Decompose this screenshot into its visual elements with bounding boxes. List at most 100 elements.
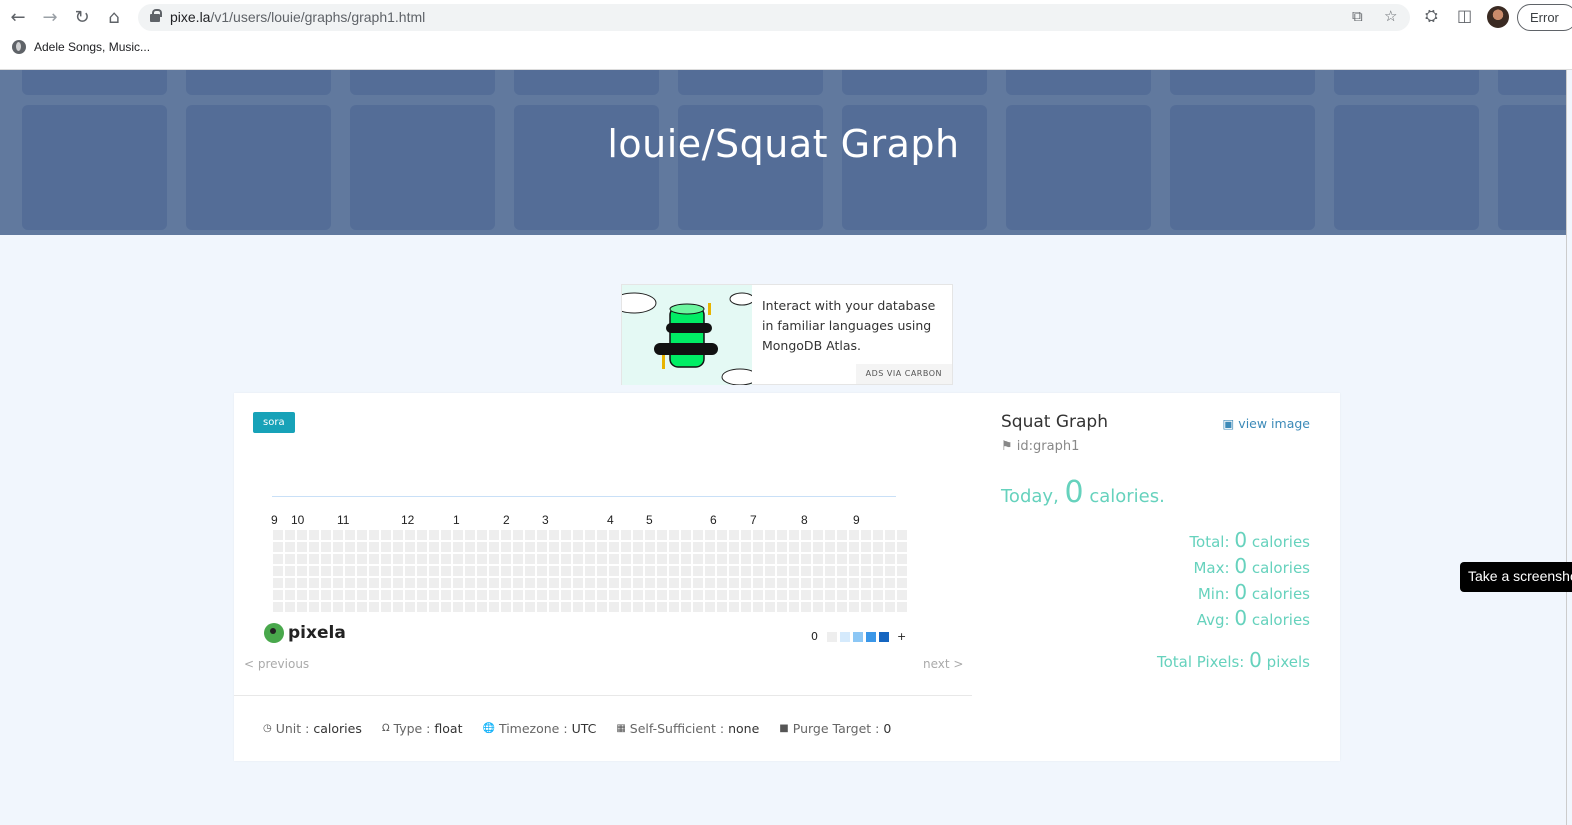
- pixel-cell[interactable]: [837, 542, 847, 552]
- pixel-cell[interactable]: [657, 578, 667, 588]
- pixel-cell[interactable]: [537, 566, 547, 576]
- pixel-cell[interactable]: [393, 578, 403, 588]
- pixel-cell[interactable]: [657, 542, 667, 552]
- pixel-cell[interactable]: [525, 542, 535, 552]
- pixel-cell[interactable]: [429, 566, 439, 576]
- pixel-cell[interactable]: [429, 530, 439, 540]
- pixel-cell[interactable]: [585, 554, 595, 564]
- pixel-cell[interactable]: [849, 578, 859, 588]
- pixel-cell[interactable]: [405, 590, 415, 600]
- pixel-cell[interactable]: [357, 530, 367, 540]
- pixel-cell[interactable]: [873, 590, 883, 600]
- pixel-cell[interactable]: [741, 566, 751, 576]
- pixel-cell[interactable]: [873, 566, 883, 576]
- pixel-cell[interactable]: [393, 566, 403, 576]
- pixel-cell[interactable]: [717, 566, 727, 576]
- pixel-cell[interactable]: [705, 566, 715, 576]
- pixel-cell[interactable]: [357, 590, 367, 600]
- pixel-cell[interactable]: [537, 602, 547, 612]
- pixel-cell[interactable]: [285, 590, 295, 600]
- pixel-cell[interactable]: [681, 554, 691, 564]
- pixel-cell[interactable]: [729, 530, 739, 540]
- pixel-cell[interactable]: [393, 554, 403, 564]
- pixel-cell[interactable]: [405, 578, 415, 588]
- pixel-cell[interactable]: [453, 590, 463, 600]
- pixel-cell[interactable]: [789, 554, 799, 564]
- graph-tag[interactable]: sora: [253, 412, 295, 433]
- pixel-cell[interactable]: [477, 590, 487, 600]
- pixel-cell[interactable]: [741, 554, 751, 564]
- pixel-cell[interactable]: [597, 578, 607, 588]
- pixela-logo[interactable]: pixela: [264, 623, 346, 643]
- pixel-cell[interactable]: [321, 542, 331, 552]
- pixel-cell[interactable]: [825, 530, 835, 540]
- pixel-cell[interactable]: [573, 566, 583, 576]
- pixel-cell[interactable]: [549, 554, 559, 564]
- pixel-cell[interactable]: [465, 566, 475, 576]
- pixel-cell[interactable]: [609, 554, 619, 564]
- pixel-cell[interactable]: [297, 602, 307, 612]
- pixel-cell[interactable]: [309, 554, 319, 564]
- pixel-cell[interactable]: [429, 542, 439, 552]
- pixel-cell[interactable]: [777, 602, 787, 612]
- pixel-cell[interactable]: [621, 578, 631, 588]
- pixel-cell[interactable]: [609, 578, 619, 588]
- pixel-cell[interactable]: [561, 530, 571, 540]
- pixel-cell[interactable]: [729, 602, 739, 612]
- pixel-cell[interactable]: [669, 566, 679, 576]
- view-image-link[interactable]: ▣ view image: [1223, 416, 1311, 431]
- pixel-cell[interactable]: [285, 542, 295, 552]
- pixel-cell[interactable]: [633, 578, 643, 588]
- pixel-cell[interactable]: [501, 554, 511, 564]
- pixel-cell[interactable]: [633, 530, 643, 540]
- pixel-cell[interactable]: [741, 542, 751, 552]
- back-icon[interactable]: ←: [6, 6, 30, 30]
- pixel-cell[interactable]: [645, 530, 655, 540]
- pixel-cell[interactable]: [453, 554, 463, 564]
- pixel-cell[interactable]: [777, 530, 787, 540]
- pixel-cell[interactable]: [561, 554, 571, 564]
- pixel-cell[interactable]: [549, 542, 559, 552]
- pixel-cell[interactable]: [381, 554, 391, 564]
- pixel-cell[interactable]: [825, 590, 835, 600]
- pixel-cell[interactable]: [621, 566, 631, 576]
- pixel-cell[interactable]: [753, 542, 763, 552]
- pixel-cell[interactable]: [465, 554, 475, 564]
- pixel-cell[interactable]: [525, 530, 535, 540]
- pixel-cell[interactable]: [873, 542, 883, 552]
- pixel-cell[interactable]: [897, 542, 907, 552]
- pixel-cell[interactable]: [573, 590, 583, 600]
- pixel-cell[interactable]: [513, 578, 523, 588]
- pixel-cell[interactable]: [285, 554, 295, 564]
- pixel-cell[interactable]: [537, 590, 547, 600]
- pixel-cell[interactable]: [825, 566, 835, 576]
- pixel-cell[interactable]: [717, 542, 727, 552]
- pixel-cell[interactable]: [777, 590, 787, 600]
- pixel-cell[interactable]: [489, 578, 499, 588]
- pixel-cell[interactable]: [417, 554, 427, 564]
- pixel-cell[interactable]: [729, 566, 739, 576]
- pixel-cell[interactable]: [297, 554, 307, 564]
- pixel-cell[interactable]: [333, 530, 343, 540]
- pixel-cell[interactable]: [333, 590, 343, 600]
- pixel-cell[interactable]: [345, 530, 355, 540]
- pixel-cell[interactable]: [489, 554, 499, 564]
- pixel-cell[interactable]: [645, 590, 655, 600]
- pixel-cell[interactable]: [477, 530, 487, 540]
- pixel-cell[interactable]: [885, 554, 895, 564]
- pixel-cell[interactable]: [597, 530, 607, 540]
- pixel-cell[interactable]: [537, 554, 547, 564]
- scrollbar-track[interactable]: [1566, 70, 1567, 825]
- pixel-cell[interactable]: [705, 590, 715, 600]
- pixel-cell[interactable]: [501, 530, 511, 540]
- pixel-cell[interactable]: [741, 590, 751, 600]
- pixel-cell[interactable]: [705, 554, 715, 564]
- pixel-cell[interactable]: [369, 578, 379, 588]
- pixel-cell[interactable]: [609, 602, 619, 612]
- pixel-cell[interactable]: [297, 542, 307, 552]
- pixel-cell[interactable]: [753, 554, 763, 564]
- pixel-cell[interactable]: [729, 554, 739, 564]
- pixel-cell[interactable]: [825, 542, 835, 552]
- pixel-cell[interactable]: [285, 578, 295, 588]
- pixel-cell[interactable]: [453, 602, 463, 612]
